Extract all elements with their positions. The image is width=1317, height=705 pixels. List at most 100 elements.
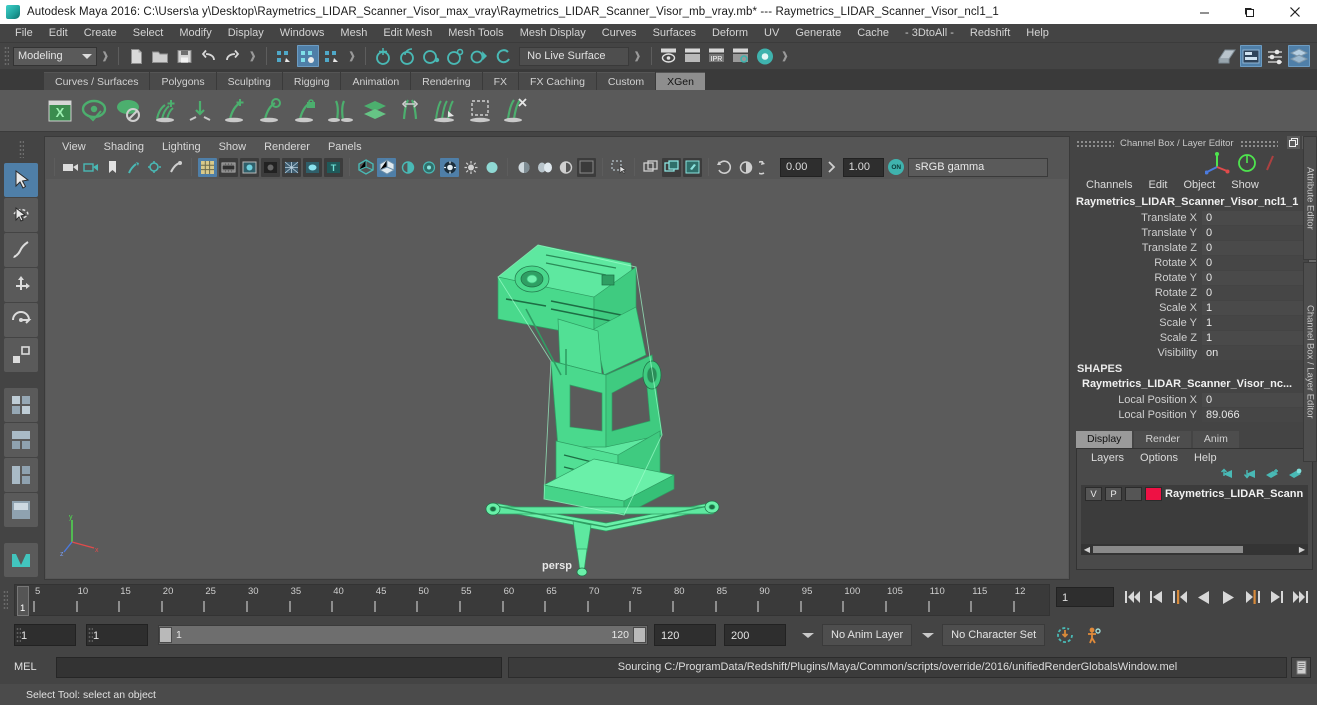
layer-color-swatch[interactable] — [1145, 487, 1162, 501]
cb-menu-show[interactable]: Show — [1223, 179, 1267, 191]
attr-row-scale-y[interactable]: Scale Y 1 — [1072, 315, 1307, 330]
xgen-place-guide-icon[interactable] — [184, 94, 216, 128]
make-live-icon[interactable] — [492, 45, 514, 67]
step-forward-keyframe-icon[interactable] — [1264, 586, 1288, 608]
go-to-end-icon[interactable] — [1288, 586, 1312, 608]
redo-icon[interactable] — [221, 45, 243, 67]
attr-value[interactable]: 0 — [1202, 240, 1307, 255]
gamma-icon[interactable] — [757, 158, 776, 177]
side-tab-channel-box[interactable]: Channel Box / Layer Editor — [1303, 262, 1317, 462]
menu-edit[interactable]: Edit — [41, 24, 76, 43]
new-layer-icon[interactable] — [1265, 468, 1279, 480]
panel-grip[interactable] — [1076, 139, 1114, 147]
step-back-keyframe-icon[interactable] — [1144, 586, 1168, 608]
viewport-menu-lighting[interactable]: Lighting — [153, 141, 210, 153]
smooth-shade-icon[interactable] — [356, 158, 375, 177]
h-scrollbar-thumb[interactable] — [1093, 546, 1243, 553]
script-editor-icon[interactable] — [1291, 656, 1311, 678]
step-back-frame-icon[interactable] — [1168, 586, 1192, 608]
statusline-grip[interactable] — [4, 46, 9, 66]
tool-settings-icon[interactable] — [1264, 45, 1286, 67]
xgen-disable-preview-icon[interactable] — [114, 94, 146, 128]
step-forward-frame-icon[interactable] — [1240, 586, 1264, 608]
maya-logo-icon[interactable] — [4, 543, 38, 577]
anim-start-time-field[interactable]: 1 — [14, 624, 76, 646]
attr-value[interactable]: 0 — [1202, 225, 1307, 240]
hardware-texturing-icon[interactable] — [440, 157, 459, 177]
attr-row-local-position-y[interactable]: Local Position Y 89.066 — [1072, 407, 1307, 422]
xgen-preview-icon[interactable] — [79, 94, 111, 128]
xgen-layers-icon[interactable] — [359, 94, 391, 128]
layer-row[interactable]: V P Raymetrics_LIDAR_Scann — [1081, 485, 1308, 503]
close-icon[interactable] — [1272, 0, 1317, 24]
attr-value[interactable]: 89.066 — [1202, 407, 1307, 422]
layer-name[interactable]: Raymetrics_LIDAR_Scann — [1165, 488, 1303, 500]
paint-select-tool[interactable] — [4, 233, 38, 267]
select-by-object-icon[interactable] — [296, 45, 319, 67]
select-by-hierarchy-icon[interactable] — [273, 45, 295, 67]
layer-menu-options[interactable]: Options — [1132, 452, 1186, 464]
ambient-occlusion-icon[interactable] — [514, 158, 533, 177]
camera-attributes-icon[interactable] — [82, 158, 101, 177]
two-sided-lighting-icon[interactable] — [145, 158, 164, 177]
shelf-tab-custom[interactable]: Custom — [596, 72, 656, 90]
divider-arrow-3[interactable]: ❱ — [348, 51, 356, 62]
undock-panel-icon[interactable] — [1287, 136, 1300, 149]
divider-arrow[interactable]: ❱ — [101, 51, 109, 62]
attr-value[interactable]: 0 — [1202, 392, 1307, 407]
snapshot-icon[interactable] — [715, 158, 734, 177]
flat-shade-icon[interactable] — [377, 157, 396, 177]
time-slider[interactable]: 1 5 10 15 20 25 30 35 40 45 50 55 60 65 70 75 80 85 90 95 1… — [14, 584, 1050, 616]
color-management-toggle-icon[interactable]: ON — [888, 159, 905, 175]
render-view-icon[interactable] — [682, 45, 704, 67]
cb-menu-object[interactable]: Object — [1175, 179, 1223, 191]
shelf-tab-curves-surfaces[interactable]: Curves / Surfaces — [44, 72, 150, 90]
snap-to-curve-icon[interactable] — [396, 45, 418, 67]
attribute-editor-icon[interactable] — [1240, 45, 1262, 67]
new-scene-icon[interactable] — [125, 45, 147, 67]
xgen-select-guide-icon[interactable] — [254, 94, 286, 128]
cb-menu-channels[interactable]: Channels — [1078, 179, 1140, 191]
move-tool[interactable] — [4, 268, 38, 302]
open-scene-icon[interactable] — [149, 45, 171, 67]
layer-menu-layers[interactable]: Layers — [1083, 452, 1132, 464]
menu-help[interactable]: Help — [1018, 24, 1057, 43]
attr-row-translate-y[interactable]: Translate Y 0 — [1072, 225, 1307, 240]
persp-outliner-layout-icon[interactable] — [4, 423, 38, 457]
snap-to-grid-icon[interactable] — [372, 45, 394, 67]
gate-mask-icon[interactable] — [261, 157, 280, 177]
film-gate-icon[interactable] — [219, 157, 238, 177]
attr-value[interactable]: 1 — [1202, 300, 1307, 315]
auto-keyframe-icon[interactable] — [1053, 624, 1077, 646]
move-layer-down-icon[interactable] — [1242, 468, 1256, 480]
menu-redshift[interactable]: Redshift — [962, 24, 1018, 43]
bookmark-icon[interactable] — [103, 158, 122, 177]
xgen-comb-brush-icon[interactable] — [429, 94, 461, 128]
frame-all-icon[interactable] — [641, 158, 660, 177]
shelf-tab-xgen[interactable]: XGen — [656, 72, 705, 90]
range-handle-left[interactable] — [159, 627, 172, 643]
animation-preferences-icon[interactable] — [1081, 624, 1105, 646]
layer-list-horizontal-scrollbar[interactable]: ◀ ▶ — [1081, 544, 1308, 555]
layer-tab-display[interactable]: Display — [1076, 431, 1133, 448]
menu-select[interactable]: Select — [125, 24, 172, 43]
panel-zoom-icon[interactable] — [609, 158, 628, 177]
layer-shading-toggle[interactable] — [1125, 487, 1142, 501]
viewport-menu-view[interactable]: View — [53, 141, 95, 153]
menu-3dtoall[interactable]: - 3DtoAll - — [897, 24, 962, 43]
character-set-combo[interactable]: No Character Set — [942, 624, 1046, 646]
resolution-gate-icon[interactable] — [240, 157, 259, 177]
wireframe-on-shaded-icon[interactable] — [282, 157, 301, 177]
grid-toggle-icon[interactable] — [198, 157, 217, 177]
attr-row-translate-z[interactable]: Translate Z 0 — [1072, 240, 1307, 255]
attr-value[interactable]: 0 — [1202, 210, 1307, 225]
grab-color-icon[interactable] — [683, 157, 702, 177]
command-input[interactable] — [56, 656, 502, 678]
snap-to-view-plane-icon[interactable] — [468, 45, 490, 67]
attr-row-local-position-x[interactable]: Local Position X 0 — [1072, 392, 1307, 407]
attr-value[interactable]: 1 — [1202, 330, 1307, 345]
ipr-render-icon[interactable]: IPR — [706, 45, 728, 67]
layer-tab-anim[interactable]: Anim — [1192, 431, 1239, 448]
wireframe-icon[interactable] — [398, 158, 417, 177]
layer-tab-render[interactable]: Render — [1134, 431, 1191, 448]
